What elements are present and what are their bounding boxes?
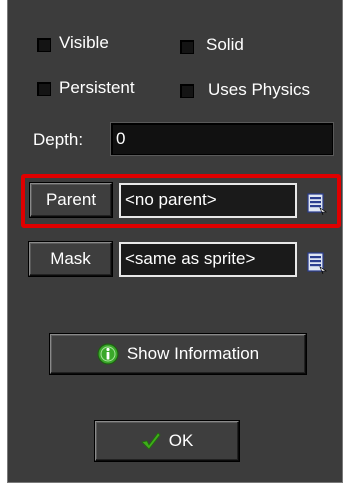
parent-field[interactable]: <no parent> (119, 183, 297, 218)
solid-checkbox[interactable] (180, 40, 194, 54)
persistent-label: Persistent (59, 78, 135, 97)
uses-physics-label: Uses Physics (208, 80, 311, 99)
mask-list-menu-icon[interactable] (307, 252, 327, 274)
visible-label: Visible (59, 33, 109, 52)
mask-button[interactable]: Mask (29, 242, 112, 276)
mask-field[interactable]: <same as sprite> (119, 242, 297, 277)
mask-button-label: Mask (50, 249, 91, 268)
depth-label: Depth: (33, 130, 84, 149)
uses-physics-checkbox[interactable] (180, 84, 194, 98)
show-information-label: Show Information (126, 344, 260, 363)
solid-label: Solid (206, 35, 244, 54)
checkmark-icon (140, 432, 161, 450)
ok-label: OK (168, 431, 194, 450)
parent-list-menu-icon[interactable] (307, 193, 327, 215)
visible-checkbox[interactable] (37, 38, 51, 52)
ok-button[interactable]: OK (95, 421, 239, 461)
info-icon (97, 343, 119, 365)
depth-input[interactable]: 0 (111, 123, 333, 155)
parent-button[interactable]: Parent (30, 183, 112, 217)
show-information-button[interactable]: Show Information (50, 334, 306, 374)
parent-button-label: Parent (45, 190, 97, 209)
persistent-checkbox[interactable] (37, 82, 51, 96)
